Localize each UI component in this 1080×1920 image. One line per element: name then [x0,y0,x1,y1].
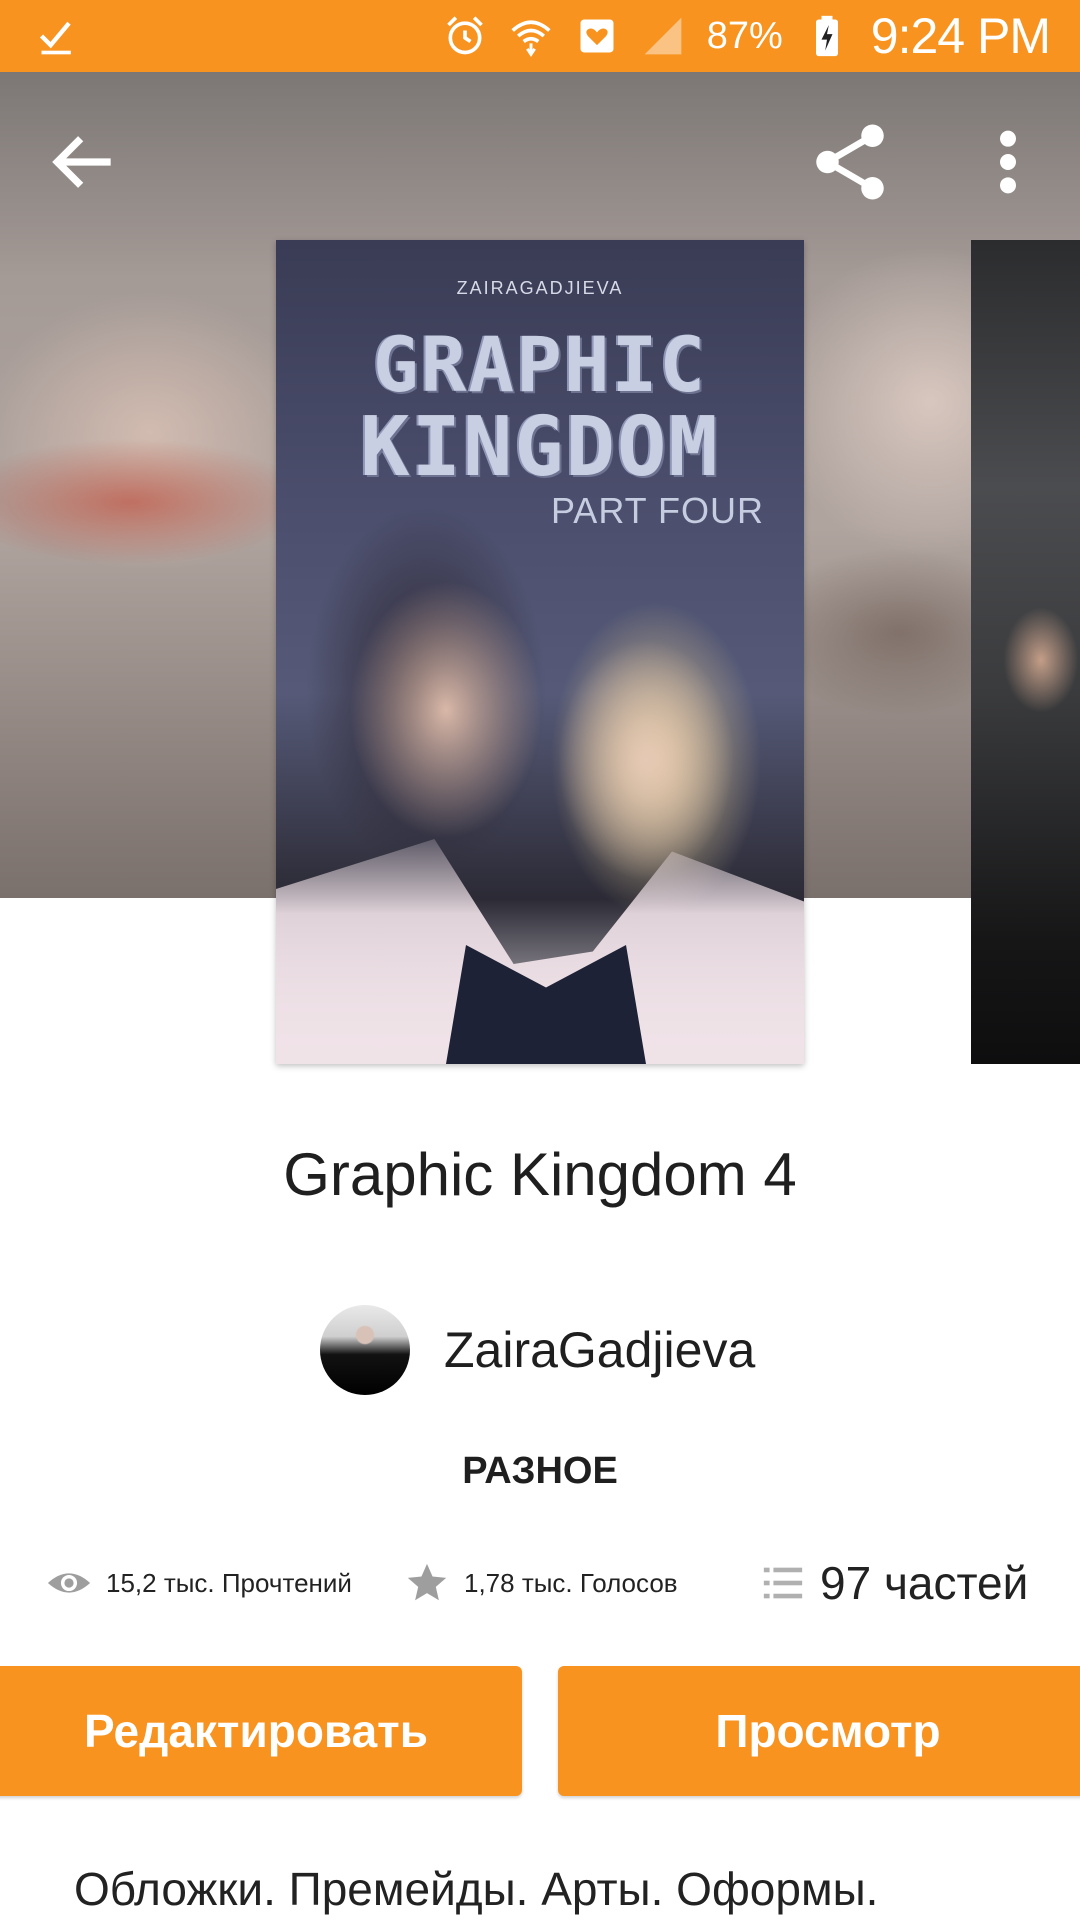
next-book-cover[interactable] [971,240,1080,1064]
toolbar [0,72,1080,242]
more-vert-icon[interactable] [978,122,1038,202]
signal-icon [644,17,682,55]
cover-title-line2: KINGDOM [360,400,720,495]
share-icon[interactable] [805,117,895,207]
arrow-left-icon[interactable] [44,122,124,202]
votes-count: 1,78 тыс. Голосов [464,1567,678,1598]
reads-count: 15,2 тыс. Прочтений [106,1567,352,1598]
battery-charging-icon [815,15,838,57]
votes-stat: 1,78 тыс. Голосов [404,1548,678,1618]
cover-subtitle: PART FOUR [550,490,764,531]
author-link[interactable]: ZairaGadjieva [320,1302,755,1398]
status-icons: 87% 9:24 PM [443,0,1051,72]
parts-count[interactable]: 97 частей [820,1556,1028,1610]
cover-author-text: ZAIRAGADJIEVA [456,278,624,298]
author-name[interactable]: ZairaGadjieva [444,1321,755,1379]
status-bar: 87% 9:24 PM [0,0,1080,72]
battery-percentage: 87% [706,14,783,57]
list-icon [763,1567,803,1599]
star-icon [407,1563,447,1601]
download-done-icon [39,21,71,55]
book-title: Graphic Kingdom 4 [283,1141,797,1208]
story-details-screen: 87% 9:24 PM ZAIRAGADJIEVA GRAPHIC KINGDO… [0,0,1080,1920]
story-description: Обложки. Премейды. Арты. Оформы. [74,1863,879,1915]
wifi-icon [511,20,551,57]
cover-title-line1: GRAPHIC [372,320,708,409]
clock: 9:24 PM [870,8,1051,64]
category-label: РАЗНОЕ [462,1450,618,1492]
book-cover[interactable]: ZAIRAGADJIEVA GRAPHIC KINGDOM PART FOUR [276,240,804,1064]
view-button[interactable]: Просмотр [558,1666,1080,1796]
alarm-icon [446,16,483,55]
parts-stat[interactable]: 97 частей [760,1548,1028,1618]
eye-icon [47,1573,91,1593]
story-stats: 15,2 тыс. Прочтений 1,78 тыс. Голосов 97… [0,1548,1080,1618]
reads-stat: 15,2 тыс. Прочтений [46,1548,352,1618]
heart-notification-icon [580,19,614,53]
avatar[interactable] [320,1305,410,1395]
edit-button[interactable]: Редактировать [0,1666,522,1796]
